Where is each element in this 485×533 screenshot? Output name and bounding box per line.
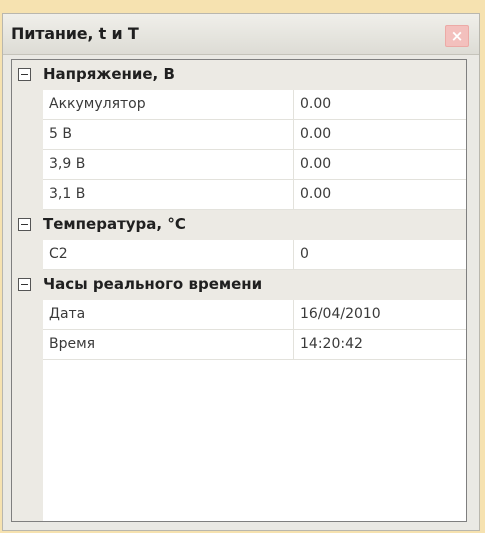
property-value[interactable]: 14:20:42	[300, 336, 363, 352]
category-voltage: Напряжение, В	[12, 60, 466, 90]
column-divider	[293, 330, 294, 359]
minus-glyph	[21, 74, 28, 75]
property-name: 3,9 В	[49, 156, 86, 172]
collapse-icon[interactable]	[18, 218, 31, 231]
collapse-icon[interactable]	[18, 278, 31, 291]
column-divider	[293, 90, 294, 119]
minus-glyph	[21, 224, 28, 225]
category-rtc: Часы реального времени	[12, 270, 466, 300]
close-icon: ×	[450, 27, 464, 45]
property-row[interactable]: Дата 16/04/2010	[43, 300, 466, 330]
property-value[interactable]: 0	[300, 246, 309, 262]
category-label: Температура, °C	[43, 215, 186, 233]
property-name: Время	[49, 336, 96, 352]
property-grid: Напряжение, В Аккумулятор 0.00 5 В 0.00 …	[11, 59, 467, 522]
category-temperature: Температура, °C	[12, 210, 466, 240]
property-name: C2	[49, 246, 68, 262]
property-row[interactable]: 3,1 В 0.00	[43, 180, 466, 210]
column-divider	[293, 300, 294, 329]
panel-title: Питание, t и T	[11, 24, 139, 43]
property-row[interactable]: 3,9 В 0.00	[43, 150, 466, 180]
property-row[interactable]: 5 В 0.00	[43, 120, 466, 150]
close-button[interactable]: ×	[445, 25, 469, 47]
property-row[interactable]: Аккумулятор 0.00	[43, 90, 466, 120]
collapse-icon[interactable]	[18, 68, 31, 81]
property-value[interactable]: 0.00	[300, 126, 331, 142]
category-label: Часы реального времени	[43, 275, 263, 293]
property-name: Аккумулятор	[49, 96, 146, 112]
property-value[interactable]: 0.00	[300, 156, 331, 172]
property-value[interactable]: 0.00	[300, 96, 331, 112]
property-row[interactable]: Время 14:20:42	[43, 330, 466, 360]
panel-titlebar: Питание, t и T ×	[3, 14, 479, 55]
property-value[interactable]: 16/04/2010	[300, 306, 381, 322]
column-divider	[293, 240, 294, 269]
property-value[interactable]: 0.00	[300, 186, 331, 202]
property-name: 3,1 В	[49, 186, 86, 202]
column-divider	[293, 150, 294, 179]
column-divider	[293, 180, 294, 209]
minus-glyph	[21, 284, 28, 285]
property-name: Дата	[49, 306, 86, 322]
column-divider	[293, 120, 294, 149]
category-label: Напряжение, В	[43, 65, 175, 83]
property-name: 5 В	[49, 126, 72, 142]
property-panel: Питание, t и T × Напряжение, В Аккумулят…	[2, 13, 480, 531]
property-row[interactable]: C2 0	[43, 240, 466, 270]
